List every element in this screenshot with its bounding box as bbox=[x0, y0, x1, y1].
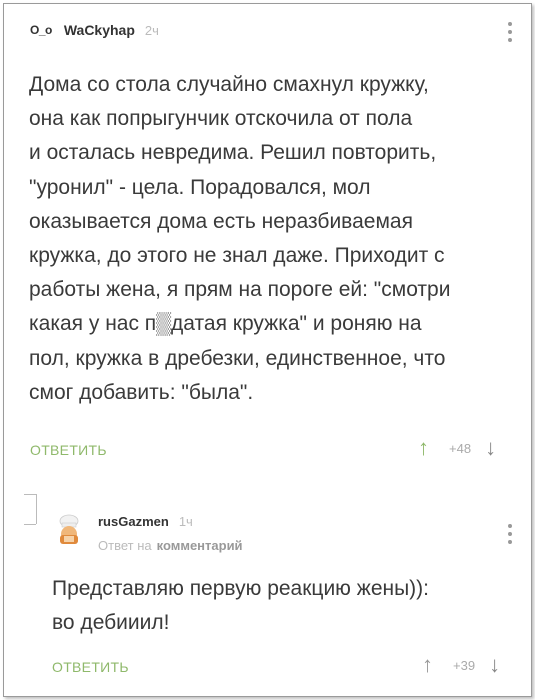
arrow-down-icon[interactable]: ↓ bbox=[489, 654, 500, 676]
thread-line-bottom bbox=[24, 524, 36, 525]
thread-line[interactable] bbox=[36, 494, 37, 524]
reply-button[interactable]: ОТВЕТИТЬ bbox=[52, 659, 129, 675]
avatar[interactable]: O_o bbox=[30, 23, 52, 37]
thread-line-top bbox=[24, 494, 36, 495]
comment-text: Представляю первую реакцию жены)): во де… bbox=[52, 577, 430, 635]
arrow-up-icon[interactable]: ↑ bbox=[418, 437, 429, 459]
comment-header: O_o WaCkyhap 2ч bbox=[30, 22, 159, 38]
timestamp: 1ч bbox=[178, 514, 193, 529]
comment-text: Дома со стола случайно смахнул кружку, о… bbox=[29, 73, 451, 404]
kebab-menu-icon[interactable] bbox=[508, 524, 512, 544]
score: +39 bbox=[453, 657, 476, 673]
reply-to-line: Ответ на комментарий bbox=[98, 538, 243, 553]
timestamp: 2ч bbox=[144, 22, 159, 38]
reply-button[interactable]: ОТВЕТИТЬ bbox=[30, 442, 107, 458]
score: +48 bbox=[449, 440, 472, 456]
arrow-down-icon[interactable]: ↓ bbox=[485, 437, 496, 459]
arrow-up-icon[interactable]: ↑ bbox=[422, 654, 433, 676]
reply-to-prefix: Ответ на bbox=[98, 538, 152, 553]
vote-controls: ↑ +48 ↓ bbox=[418, 437, 496, 459]
username[interactable]: rusGazmen bbox=[98, 514, 169, 529]
kebab-menu-icon[interactable] bbox=[508, 22, 512, 42]
comment-header: rusGazmen 1ч bbox=[98, 514, 193, 529]
chef-avatar-icon[interactable] bbox=[52, 512, 86, 546]
vote-controls: ↑ +39 ↓ bbox=[422, 654, 500, 676]
username[interactable]: WaCkyhap bbox=[64, 22, 135, 38]
reply-to-link[interactable]: комментарий bbox=[157, 538, 243, 553]
